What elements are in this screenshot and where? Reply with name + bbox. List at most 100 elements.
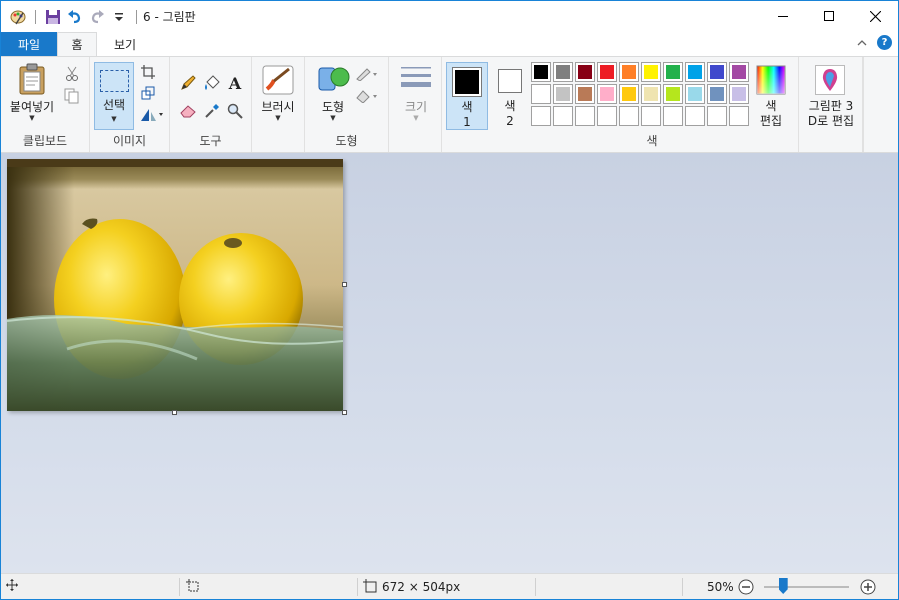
- text-icon[interactable]: A: [226, 74, 244, 93]
- select-dropdown-icon: ▼: [111, 115, 117, 123]
- image-size-text: 672 × 504px: [382, 580, 461, 594]
- select-button[interactable]: 선택 ▼: [94, 62, 134, 130]
- color1-swatch-frame: [452, 67, 482, 97]
- palette-swatch[interactable]: [553, 106, 573, 126]
- collapse-ribbon-icon[interactable]: [857, 36, 867, 50]
- edit-with-paint3d-label: 그림판 3 D로 편집: [807, 99, 855, 128]
- palette-swatch[interactable]: [729, 84, 749, 104]
- palette-swatch[interactable]: [685, 62, 705, 82]
- resize-handle-bottom[interactable]: [172, 410, 177, 415]
- palette-swatch[interactable]: [729, 62, 749, 82]
- edit-colors-label: 색 편집: [759, 99, 783, 128]
- help-icon[interactable]: ?: [877, 35, 892, 50]
- palette-swatch[interactable]: [685, 106, 705, 126]
- cut-icon[interactable]: [63, 65, 81, 83]
- minimize-button[interactable]: [760, 1, 806, 31]
- palette-swatch[interactable]: [619, 106, 639, 126]
- fill-icon[interactable]: [203, 74, 221, 92]
- select-icon: [100, 70, 129, 92]
- palette-swatch[interactable]: [619, 84, 639, 104]
- palette-swatch[interactable]: [641, 106, 661, 126]
- zoom-slider-thumb[interactable]: [778, 578, 788, 594]
- palette-swatch[interactable]: [553, 62, 573, 82]
- palette-swatch[interactable]: [707, 106, 727, 126]
- palette-swatch[interactable]: [531, 106, 551, 126]
- size-icon: [399, 65, 433, 98]
- zoom-out-icon[interactable]: [738, 579, 754, 598]
- palette-swatch[interactable]: [575, 106, 595, 126]
- palette-swatch[interactable]: [707, 62, 727, 82]
- size-dropdown-icon: ▼: [413, 114, 419, 122]
- magnifier-icon[interactable]: [226, 102, 244, 120]
- paste-button[interactable]: 붙여넣기 ▼: [7, 63, 57, 122]
- quick-access-toolbar: [9, 8, 141, 26]
- color-picker-icon[interactable]: [203, 102, 221, 120]
- shapes-group-label: 도형: [335, 134, 358, 148]
- edit-colors-icon: [756, 65, 786, 98]
- shapes-dropdown-icon: ▼: [330, 114, 336, 122]
- status-divider: [535, 578, 536, 596]
- color-palette: [531, 62, 751, 130]
- palette-swatch[interactable]: [641, 84, 661, 104]
- shapes-label: 도형: [321, 100, 345, 114]
- outline-icon[interactable]: [355, 65, 379, 83]
- palette-swatch[interactable]: [531, 62, 551, 82]
- undo-icon[interactable]: [66, 8, 84, 26]
- palette-swatch[interactable]: [641, 62, 661, 82]
- tab-file[interactable]: 파일: [1, 32, 57, 56]
- edit-colors-button[interactable]: 색 편집: [754, 62, 788, 130]
- color1-swatch: [455, 70, 479, 94]
- brushes-button[interactable]: 브러시 ▼: [256, 65, 300, 122]
- palette-swatch[interactable]: [663, 62, 683, 82]
- select-label: 선택: [102, 98, 126, 112]
- save-icon[interactable]: [44, 8, 62, 26]
- eraser-icon[interactable]: [179, 102, 197, 120]
- palette-swatch[interactable]: [597, 84, 617, 104]
- redo-icon[interactable]: [88, 8, 106, 26]
- resize-icon[interactable]: [139, 84, 157, 102]
- palette-swatch[interactable]: [619, 62, 639, 82]
- palette-swatch[interactable]: [729, 106, 749, 126]
- palette-swatch[interactable]: [663, 106, 683, 126]
- color2-swatch-frame: [498, 69, 522, 93]
- palette-swatch[interactable]: [597, 106, 617, 126]
- shape-fill-icon[interactable]: [355, 87, 379, 105]
- palette-swatch[interactable]: [531, 84, 551, 104]
- customize-toolbar-icon[interactable]: [110, 8, 128, 26]
- pencil-icon[interactable]: [179, 74, 197, 92]
- resize-handle-corner[interactable]: [342, 410, 347, 415]
- color2-button[interactable]: 색 2: [493, 62, 531, 130]
- maximize-button[interactable]: [806, 1, 852, 31]
- toolbar-separator: [35, 9, 36, 24]
- palette-swatch[interactable]: [663, 84, 683, 104]
- window-title: 6 - 그림판: [143, 10, 196, 24]
- palette-swatch[interactable]: [553, 84, 573, 104]
- tabs-right-controls: ?: [857, 35, 892, 50]
- zoom-in-icon[interactable]: [860, 579, 876, 598]
- edit-with-paint3d-button[interactable]: 그림판 3 D로 편집: [799, 63, 863, 135]
- window-controls: [760, 1, 898, 31]
- color1-button[interactable]: 색 1: [446, 62, 488, 130]
- crop-icon[interactable]: [139, 63, 157, 81]
- close-button[interactable]: [852, 1, 898, 31]
- palette-swatch[interactable]: [575, 62, 595, 82]
- zoom-slider-track[interactable]: [764, 586, 849, 588]
- shapes-icon: [316, 65, 350, 98]
- palette-swatch[interactable]: [685, 84, 705, 104]
- shapes-button[interactable]: 도형 ▼: [311, 65, 355, 122]
- paint-app-icon[interactable]: [9, 8, 27, 26]
- resize-handle-right[interactable]: [342, 282, 347, 287]
- rotate-icon[interactable]: [139, 106, 165, 124]
- color2-swatch: [501, 72, 519, 90]
- tab-home[interactable]: 홈: [57, 32, 97, 56]
- ribbon-tabs: 파일 홈 보기 ?: [1, 32, 898, 56]
- palette-swatch[interactable]: [707, 84, 727, 104]
- palette-swatch[interactable]: [575, 84, 595, 104]
- paste-icon: [17, 63, 47, 98]
- palette-swatch[interactable]: [597, 62, 617, 82]
- lemon-photo: [7, 159, 343, 411]
- canvas-image[interactable]: [7, 159, 343, 411]
- size-button[interactable]: 크기 ▼: [394, 65, 438, 122]
- tab-view[interactable]: 보기: [97, 32, 153, 56]
- copy-icon[interactable]: [63, 87, 81, 105]
